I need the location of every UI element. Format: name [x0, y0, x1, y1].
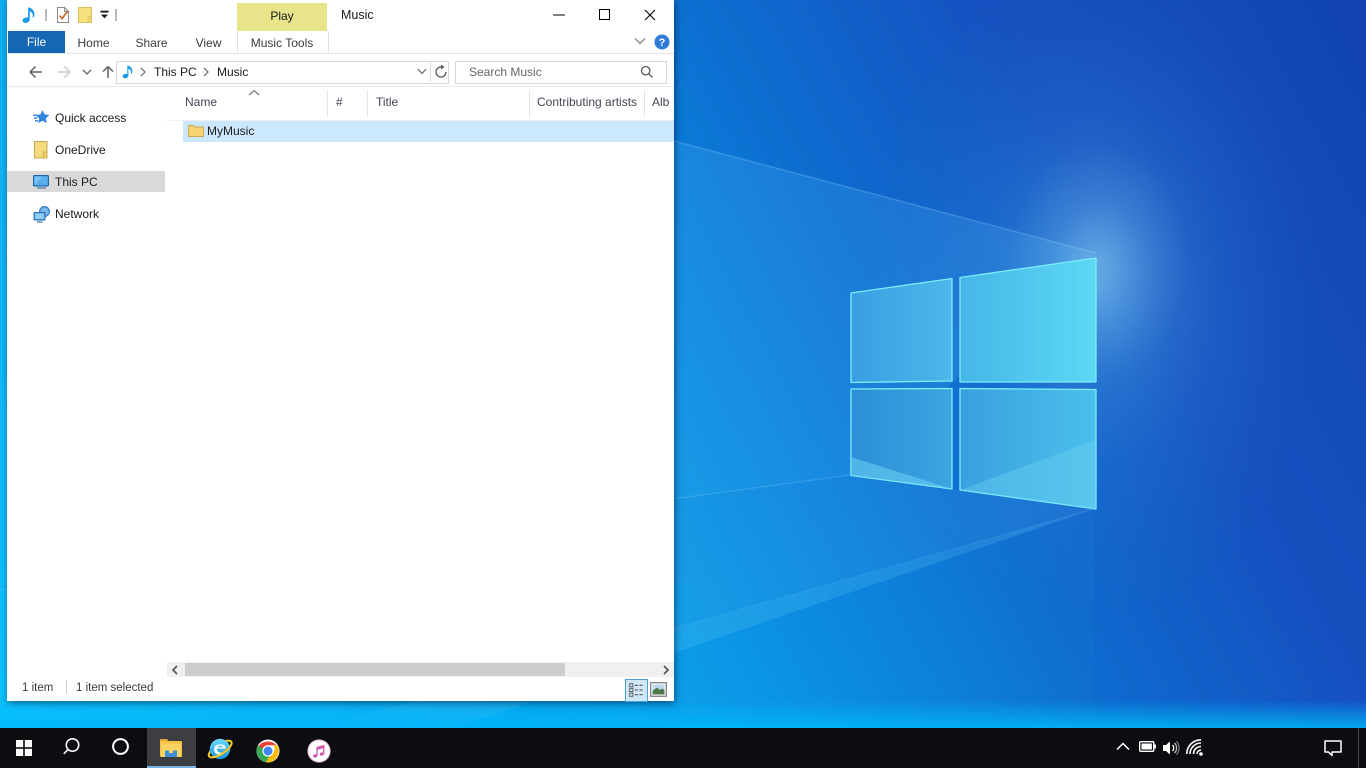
- svg-text:?: ?: [659, 37, 666, 49]
